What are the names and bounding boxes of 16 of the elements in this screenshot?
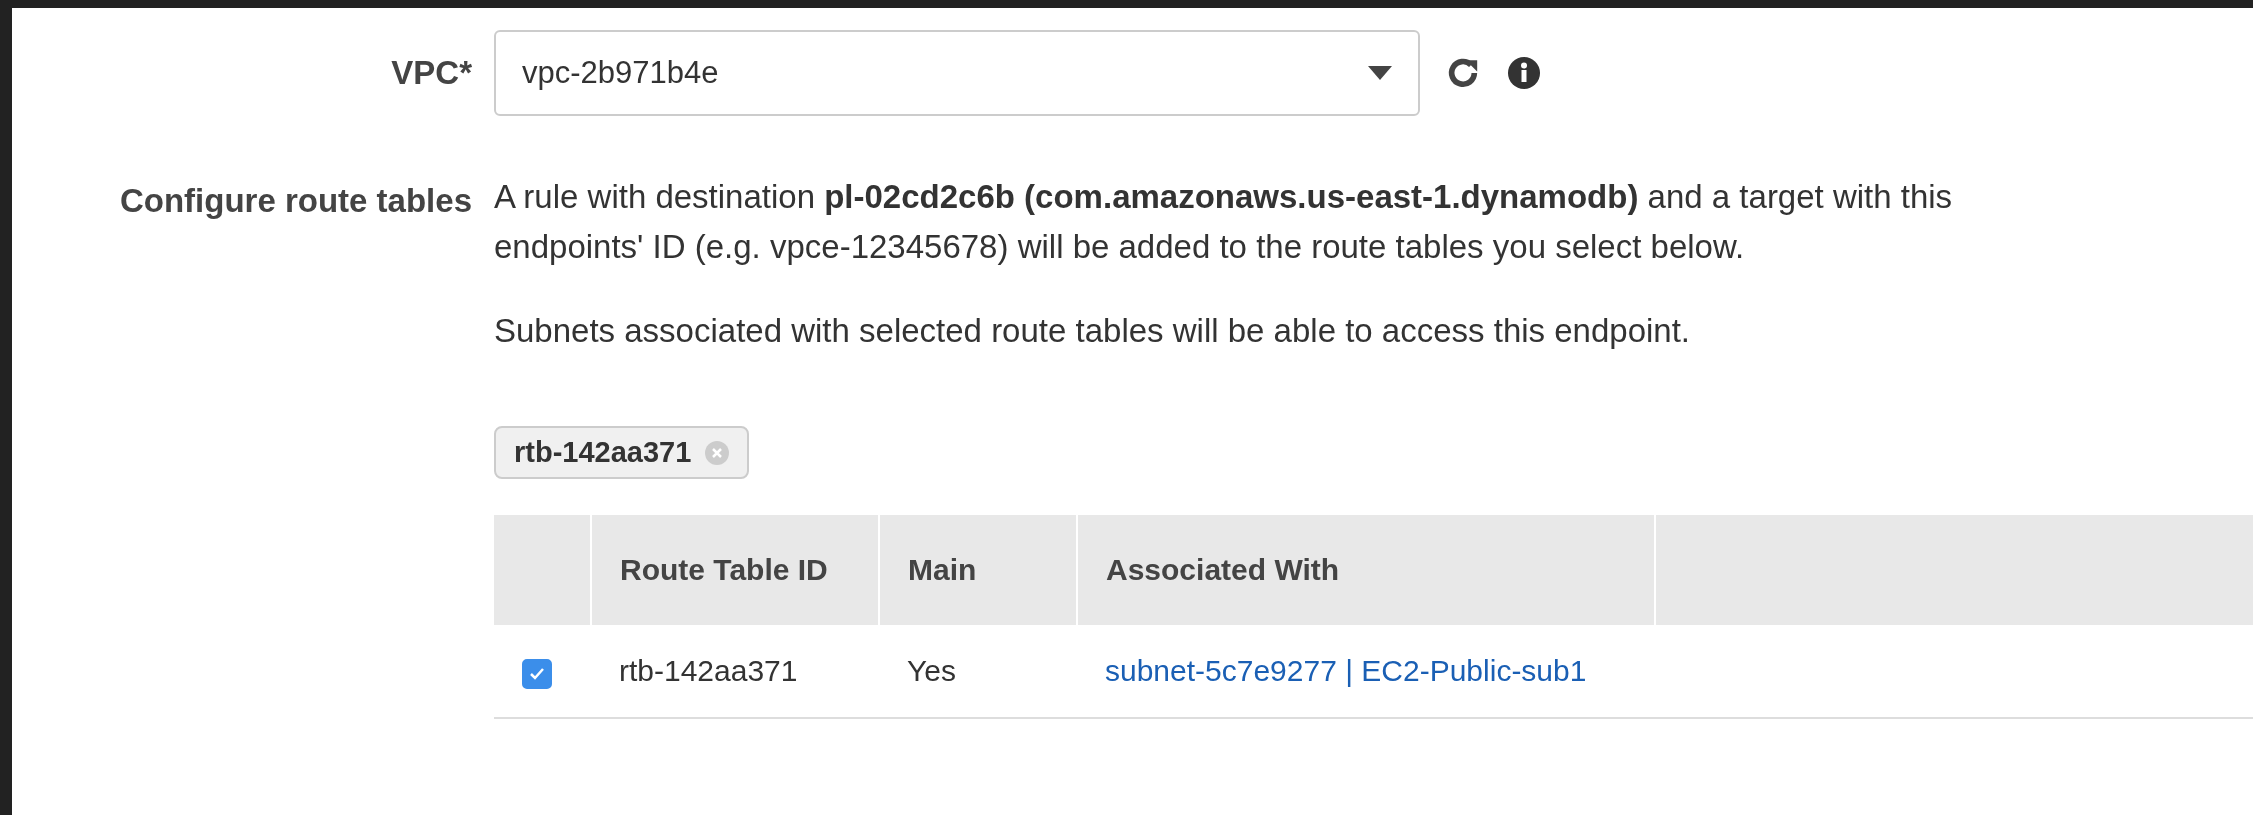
caret-icon: [1368, 66, 1392, 80]
field-label: VPC*: [390, 54, 473, 92]
column-header: Route Table ID: [591, 515, 879, 625]
column-header: Associated With: [1077, 515, 1655, 625]
info-icon[interactable]: [1508, 57, 1540, 89]
route-table-token[interactable]: rtb-142aa371: [494, 426, 750, 479]
column-header: Main: [879, 515, 1077, 625]
vpc-select[interactable]: vpc-2b971b4e: [494, 30, 1420, 116]
row-checkbox[interactable]: [522, 658, 552, 689]
subnet-link[interactable]: subnet-5c7e9277 | EC2-Public-sub1: [1105, 654, 1587, 687]
section-label: Configure route tables: [118, 181, 473, 220]
check-icon: [529, 666, 545, 681]
description-text: A rule with destination pl-02cd2c6b (com.amazonaws.us-east-1.dynamodb) and a target with this endpoints' ID (e.g. vpce-12345678) will be added to the route tables you select below.: [494, 177, 1954, 267]
table-cell: rtb-142aa371: [591, 625, 879, 718]
note-text: Subnets associated with selected route tables will be able to access this endpoint.: [494, 311, 1692, 351]
table-cell: Yes: [879, 625, 1077, 718]
